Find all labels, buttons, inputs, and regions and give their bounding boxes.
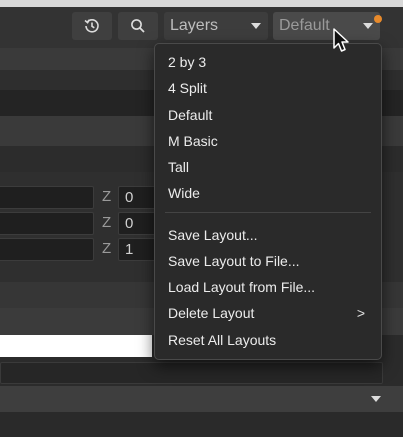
mouse-cursor-icon bbox=[332, 28, 352, 54]
search-button[interactable] bbox=[118, 12, 158, 40]
layout-menu: 2 by 3 4 Split Default M Basic Tall Wide… bbox=[154, 43, 382, 360]
chevron-down-icon bbox=[371, 396, 381, 402]
axis-label: Z bbox=[102, 240, 112, 257]
menu-item-default[interactable]: Default bbox=[168, 103, 373, 127]
input-field[interactable] bbox=[0, 362, 383, 384]
chevron-down-icon bbox=[251, 23, 261, 29]
menu-item-save-layout-to-file[interactable]: Save Layout to File... bbox=[168, 249, 373, 273]
panel-select-value: Layers bbox=[170, 17, 219, 34]
menu-item-m-basic[interactable]: M Basic bbox=[168, 129, 373, 153]
panel-select[interactable]: Layers bbox=[164, 12, 268, 40]
history-icon bbox=[83, 17, 101, 35]
menu-separator bbox=[165, 212, 371, 213]
chevron-right-icon: > bbox=[356, 305, 365, 321]
transform-field[interactable] bbox=[0, 212, 94, 235]
history-button[interactable] bbox=[72, 12, 112, 40]
axis-label: Z bbox=[102, 214, 112, 231]
modified-indicator-dot bbox=[374, 15, 382, 23]
chevron-down-icon bbox=[363, 23, 373, 29]
menu-item-wide[interactable]: Wide bbox=[168, 181, 373, 205]
layout-select[interactable]: Default bbox=[273, 12, 380, 40]
layout-select-value: Default bbox=[279, 17, 330, 34]
menu-item-load-layout-from-file[interactable]: Load Layout from File... bbox=[168, 275, 373, 299]
bottom-dropdown[interactable] bbox=[0, 386, 403, 412]
transform-field[interactable] bbox=[0, 238, 94, 261]
menu-item-delete-layout[interactable]: Delete Layout > bbox=[168, 301, 373, 325]
menu-item-tall[interactable]: Tall bbox=[168, 155, 373, 179]
menu-item-4-split[interactable]: 4 Split bbox=[168, 76, 373, 100]
menu-item-reset-all-layouts[interactable]: Reset All Layouts bbox=[168, 328, 373, 352]
menu-item-label: Delete Layout bbox=[168, 305, 255, 321]
menu-item-save-layout[interactable]: Save Layout... bbox=[168, 223, 373, 247]
window-top-edge bbox=[0, 0, 403, 7]
search-icon bbox=[129, 17, 147, 35]
panel-row bbox=[0, 412, 403, 437]
transform-field[interactable] bbox=[0, 186, 94, 209]
color-swatch[interactable] bbox=[0, 335, 152, 357]
axis-label: Z bbox=[102, 188, 112, 205]
